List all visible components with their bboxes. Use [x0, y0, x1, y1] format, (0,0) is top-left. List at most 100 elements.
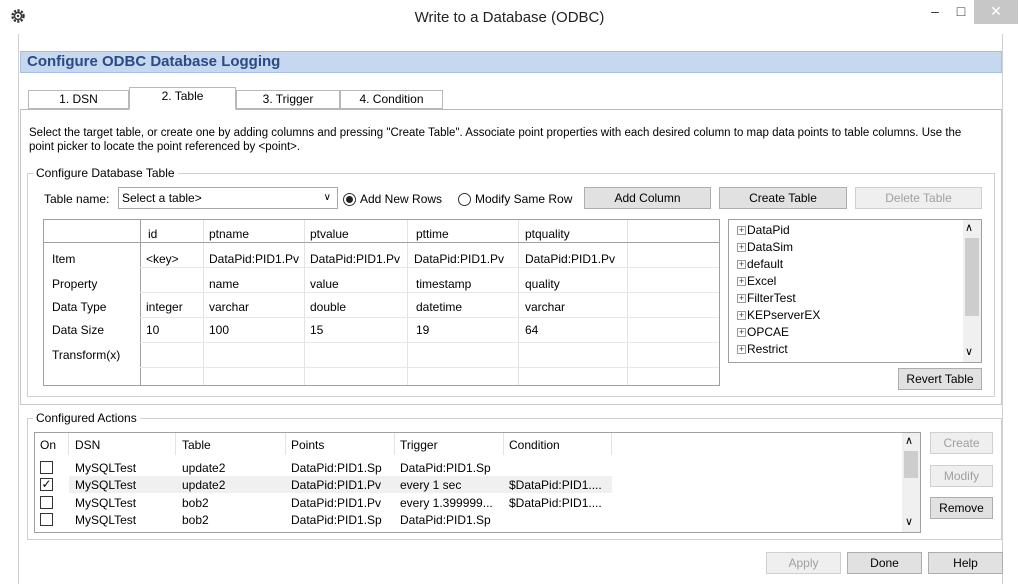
tab-table[interactable]: 2. Table — [129, 87, 236, 110]
actions-header-table[interactable]: Table — [182, 438, 211, 452]
column-header-pttime[interactable]: pttime — [416, 227, 449, 241]
tree-item-restrict[interactable]: + Restrict — [737, 342, 788, 356]
tab-trigger[interactable]: 3. Trigger — [236, 90, 340, 109]
action-trigger: every 1 sec — [400, 478, 462, 492]
action-enabled-checkbox[interactable] — [40, 461, 53, 474]
grid-cell[interactable]: datetime — [416, 300, 462, 314]
action-enabled-checkbox[interactable] — [40, 496, 53, 509]
grid-divider — [140, 292, 719, 293]
expand-icon[interactable]: + — [737, 260, 746, 269]
expand-icon[interactable]: + — [737, 311, 746, 320]
grid-cell[interactable]: timestamp — [416, 277, 471, 291]
minimize-button[interactable]: – — [922, 0, 948, 24]
expand-icon[interactable]: + — [737, 277, 746, 286]
actions-header-trigger[interactable]: Trigger — [400, 438, 438, 452]
help-button[interactable]: Help — [928, 552, 1003, 574]
scroll-up-icon[interactable]: ∧ — [965, 221, 973, 234]
grid-cell[interactable]: 10 — [146, 323, 159, 337]
tab-condition[interactable]: 4. Condition — [340, 90, 443, 109]
tree-item-default[interactable]: + default — [737, 257, 783, 271]
column-header-id[interactable]: id — [148, 227, 157, 241]
column-header-ptname[interactable]: ptname — [209, 227, 249, 241]
actions-header-dsn[interactable]: DSN — [75, 438, 100, 452]
grid-cell[interactable]: integer — [146, 300, 183, 314]
grid-cell[interactable]: varchar — [209, 300, 249, 314]
tree-item-datapid[interactable]: + DataPid — [737, 223, 790, 237]
grid-cell[interactable]: 100 — [209, 323, 229, 337]
table-name-select[interactable]: Select a table> ∨ — [118, 187, 338, 209]
grid-cell[interactable]: 15 — [310, 323, 323, 337]
tree-item-opcae[interactable]: + OPCAE — [737, 325, 789, 339]
row-label-data-type: Data Type — [52, 300, 107, 314]
column-header-ptvalue[interactable]: ptvalue — [310, 227, 349, 241]
grid-cell[interactable]: name — [209, 277, 239, 291]
row-label-property: Property — [52, 277, 98, 291]
actions-scrollbar-thumb[interactable] — [904, 451, 918, 478]
expand-icon[interactable]: + — [737, 345, 746, 354]
tree-item-filtertest[interactable]: + FilterTest — [737, 291, 796, 305]
actions-header-points[interactable]: Points — [291, 438, 324, 452]
scroll-down-icon[interactable]: ∨ — [905, 515, 913, 528]
modify-row-radio[interactable] — [458, 193, 471, 206]
grid-divider — [140, 317, 719, 318]
configure-table-group-label: Configure Database Table — [33, 166, 178, 180]
actions-header-condition[interactable]: Condition — [509, 438, 560, 452]
expand-icon[interactable]: + — [737, 226, 746, 235]
grid-cell[interactable]: <key> — [146, 252, 179, 266]
tree-item-label: DataSim — [747, 240, 794, 254]
checkmark-icon: ✓ — [41, 477, 52, 491]
chevron-down-icon: ∨ — [323, 192, 331, 203]
action-points: DataPid:PID1.Sp — [291, 513, 382, 527]
close-button[interactable]: ✕ — [974, 0, 1018, 24]
scroll-up-icon[interactable]: ∧ — [905, 434, 913, 447]
grid-cell[interactable]: 19 — [416, 323, 429, 337]
tree-item-excel[interactable]: + Excel — [737, 274, 776, 288]
done-button[interactable]: Done — [847, 552, 922, 574]
column-mapping-grid[interactable] — [43, 219, 720, 386]
scroll-down-icon[interactable]: ∨ — [965, 345, 973, 358]
configured-actions-label: Configured Actions — [33, 411, 140, 425]
tree-item-label: KEPserverEX — [747, 308, 821, 322]
action-enabled-checkbox[interactable]: ✓ — [40, 478, 53, 491]
create-table-button[interactable]: Create Table — [719, 187, 847, 209]
tree-item-datasim[interactable]: + DataSim — [737, 240, 793, 254]
action-dsn: MySQLTest — [75, 513, 137, 527]
action-dsn: MySQLTest — [75, 496, 137, 510]
apply-button[interactable]: Apply — [766, 552, 841, 574]
delete-table-button[interactable]: Delete Table — [855, 187, 982, 209]
expand-icon[interactable]: + — [737, 243, 746, 252]
modify-row-label: Modify Same Row — [475, 192, 573, 206]
grid-cell[interactable]: double — [310, 300, 346, 314]
expand-icon[interactable]: + — [737, 328, 746, 337]
action-points: DataPid:PID1.Pv — [291, 478, 382, 492]
remove-action-button[interactable]: Remove — [930, 497, 993, 519]
add-column-button[interactable]: Add Column — [584, 187, 711, 209]
grid-cell[interactable]: DataPid:PID1.Pv — [209, 252, 299, 266]
column-header-ptquality[interactable]: ptquality — [525, 227, 570, 241]
window-title: Write to a Database (ODBC) — [414, 9, 605, 26]
grid-cell[interactable]: 64 — [525, 323, 538, 337]
grid-cell[interactable]: DataPid:PID1.Pv — [525, 252, 615, 266]
action-dsn: MySQLTest — [75, 478, 137, 492]
tree-item-kepserverex[interactable]: + KEPserverEX — [737, 308, 820, 322]
modify-action-button[interactable]: Modify — [930, 465, 993, 487]
header-divider — [68, 433, 69, 455]
grid-cell[interactable]: varchar — [525, 300, 565, 314]
create-action-button[interactable]: Create — [930, 432, 993, 454]
action-table: bob2 — [182, 513, 209, 527]
actions-header-on[interactable]: On — [40, 438, 56, 452]
row-label-item: Item — [52, 252, 76, 266]
tree-item-label: OPCAE — [747, 325, 790, 339]
maximize-button[interactable]: □ — [948, 0, 974, 24]
grid-cell[interactable]: quality — [525, 277, 560, 291]
tree-scrollbar-thumb[interactable] — [965, 238, 979, 316]
expand-icon[interactable]: + — [737, 294, 746, 303]
action-enabled-checkbox[interactable] — [40, 513, 53, 526]
grid-row-header-area — [44, 220, 140, 242]
grid-cell[interactable]: DataPid:PID1.Pv — [414, 252, 504, 266]
grid-cell[interactable]: DataPid:PID1.Pv — [310, 252, 400, 266]
add-rows-radio[interactable] — [343, 193, 356, 206]
grid-cell[interactable]: value — [310, 277, 339, 291]
revert-table-button[interactable]: Revert Table — [898, 368, 982, 390]
tab-dsn[interactable]: 1. DSN — [28, 90, 129, 109]
